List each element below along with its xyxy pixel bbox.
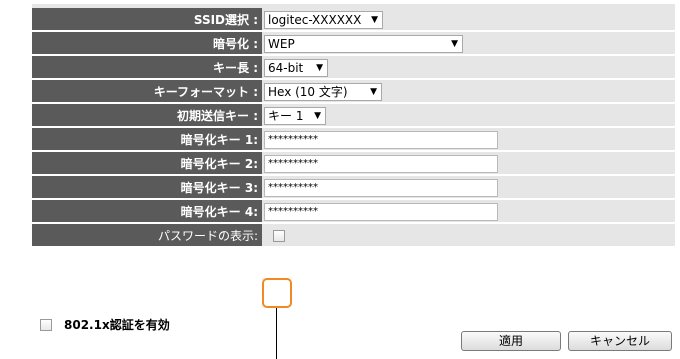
key3-label: 暗号化キー 3: (32, 176, 262, 198)
key4-cell: ********** (262, 200, 675, 222)
enable-8021x-option[interactable]: 802.1x認証を有効 (40, 316, 170, 333)
ssid-cell: logitec-XXXXXX ▼ (262, 8, 675, 30)
key-length-select[interactable]: 64-bit ▼ (264, 58, 328, 77)
show-password-label: パスワードの表示: (32, 224, 262, 246)
key-format-label: キーフォーマット : (32, 80, 262, 102)
row-key-format: キーフォーマット : Hex (10 文字) ▼ (32, 80, 675, 102)
key-length-cell: 64-bit ▼ (262, 56, 675, 78)
apply-button[interactable]: 適用 (461, 331, 561, 351)
row-key1: 暗号化キー 1: ********** (32, 128, 675, 150)
row-default-tx-key: 初期送信キー : キー 1 ▼ (32, 104, 675, 126)
key4-label: 暗号化キー 4: (32, 200, 262, 222)
key1-label: 暗号化キー 1: (32, 128, 262, 150)
encryption-value: WEP (268, 36, 295, 51)
row-key-length: キー長 : 64-bit ▼ (32, 56, 675, 78)
key4-input[interactable]: ********** (264, 202, 498, 221)
default-tx-key-cell: キー 1 ▼ (262, 104, 675, 126)
key3-cell: ********** (262, 176, 675, 198)
key-format-select[interactable]: Hex (10 文字) ▼ (264, 82, 382, 101)
enable-8021x-checkbox[interactable] (40, 318, 52, 331)
dropdown-caret-icon: ▼ (314, 110, 321, 121)
row-key3: 暗号化キー 3: ********** (32, 176, 675, 198)
key1-cell: ********** (262, 128, 675, 150)
key-format-cell: Hex (10 文字) ▼ (262, 80, 675, 102)
row-show-password: パスワードの表示: (32, 224, 675, 246)
callout-pointer-line (276, 308, 277, 359)
row-key4: 暗号化キー 4: ********** (32, 200, 675, 222)
encryption-label: 暗号化 : (32, 32, 262, 54)
default-tx-key-label: 初期送信キー : (32, 104, 262, 126)
dropdown-caret-icon: ▼ (316, 62, 323, 73)
key2-input[interactable]: ********** (264, 154, 498, 173)
row-key2: 暗号化キー 2: ********** (32, 152, 675, 174)
ssid-value: logitec-XXXXXX (268, 12, 362, 27)
default-tx-key-value: キー 1 (268, 109, 304, 124)
show-password-checkbox[interactable] (273, 230, 285, 242)
settings-table: SSID選択 : logitec-XXXXXX ▼ 暗号化 : WEP ▼ キー長 … (32, 6, 675, 248)
key2-label: 暗号化キー 2: (32, 152, 262, 174)
enable-8021x-label: 802.1x認証を有効 (64, 318, 170, 332)
dropdown-caret-icon: ▼ (370, 86, 377, 97)
key2-cell: ********** (262, 152, 675, 174)
encryption-cell: WEP ▼ (262, 32, 675, 54)
key-length-label: キー長 : (32, 56, 262, 78)
ssid-label: SSID選択 : (32, 8, 262, 30)
default-tx-key-select[interactable]: キー 1 ▼ (264, 106, 326, 125)
encryption-select[interactable]: WEP ▼ (264, 34, 463, 53)
highlight-callout-box (262, 278, 292, 308)
cancel-button[interactable]: キャンセル (568, 331, 672, 351)
key1-input[interactable]: ********** (264, 130, 498, 149)
key-length-value: 64-bit (268, 60, 304, 75)
dropdown-caret-icon: ▼ (371, 14, 378, 25)
wireless-security-form: SSID選択 : logitec-XXXXXX ▼ 暗号化 : WEP ▼ キー長 … (32, 4, 675, 248)
ssid-select[interactable]: logitec-XXXXXX ▼ (264, 10, 383, 29)
dropdown-caret-icon: ▼ (451, 38, 458, 49)
row-encryption: 暗号化 : WEP ▼ (32, 32, 675, 54)
row-ssid: SSID選択 : logitec-XXXXXX ▼ (32, 8, 675, 30)
show-password-cell (262, 224, 675, 246)
key-format-value: Hex (10 文字) (268, 85, 348, 100)
key3-input[interactable]: ********** (264, 178, 498, 197)
